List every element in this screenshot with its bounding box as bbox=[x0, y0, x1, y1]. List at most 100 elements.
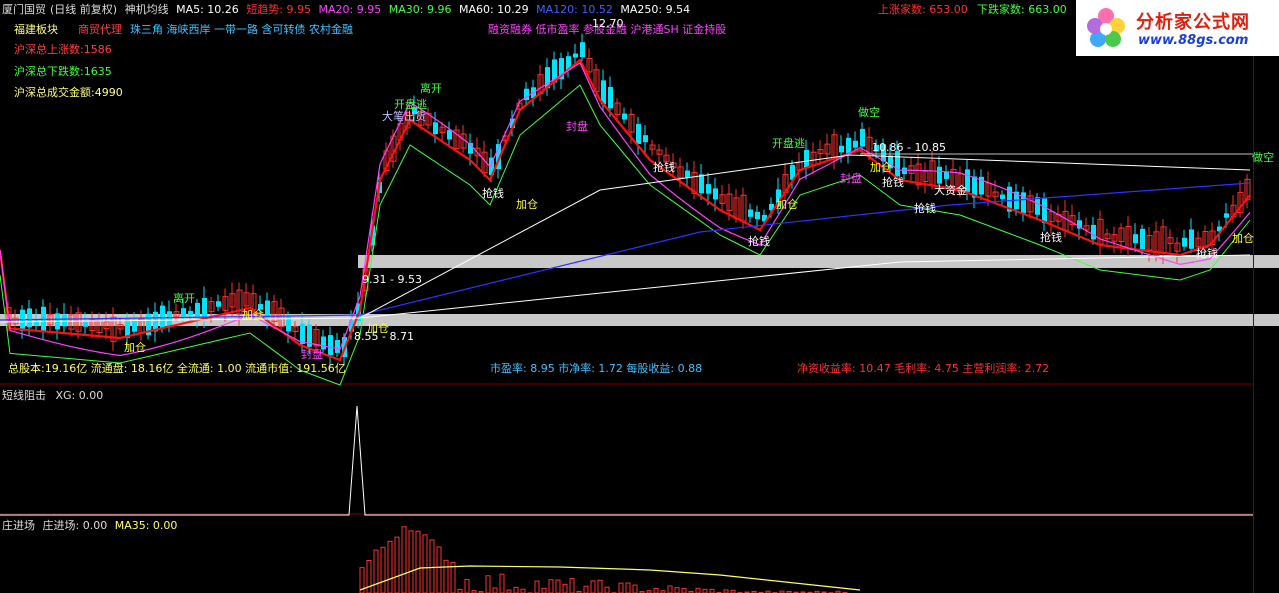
candle-body bbox=[1133, 234, 1138, 244]
signal-big-fund: 大资金 bbox=[934, 184, 967, 197]
band-label-3: 10.86 - 10.85 bbox=[872, 141, 946, 154]
volume-bar bbox=[709, 588, 715, 593]
candle-body bbox=[608, 86, 613, 109]
candle-body bbox=[83, 321, 88, 327]
volume-bar bbox=[520, 588, 526, 593]
candle-body bbox=[62, 314, 67, 327]
volume-bar bbox=[429, 539, 435, 593]
panel3-title: 庄进场 庄进场: 0.00 MA35: 0.00 bbox=[2, 517, 177, 533]
signal-grab-6: 抢钱 bbox=[882, 176, 904, 189]
volume-bar bbox=[541, 587, 547, 593]
sector-secondary: 商贸代理 bbox=[78, 23, 122, 36]
volume-bar bbox=[618, 582, 624, 593]
candle-body bbox=[622, 113, 627, 120]
volume-bar bbox=[366, 560, 372, 593]
candle-body bbox=[699, 174, 704, 194]
indicator-name[interactable]: 神机均线 bbox=[125, 3, 169, 16]
volume-bar bbox=[667, 585, 673, 593]
candle-body bbox=[580, 42, 585, 58]
volume-bar bbox=[548, 579, 554, 593]
xg-line bbox=[0, 405, 1253, 516]
ma250-value: MA250: 9.54 bbox=[620, 3, 691, 16]
candle-body bbox=[202, 297, 207, 319]
panel2-title: 短线阻击 XG: 0.00 bbox=[2, 387, 103, 403]
finance-profit: 净资收益率: 10.47 毛利率: 4.75 主营利润率: 2.72 bbox=[797, 362, 1050, 375]
candle-body bbox=[636, 124, 641, 144]
panel3-name: 庄进场 bbox=[2, 519, 35, 532]
logo-url: www.88gs.com bbox=[1138, 33, 1249, 48]
volume-bar bbox=[653, 587, 659, 593]
volume-bar bbox=[555, 579, 561, 593]
volume-bar bbox=[681, 588, 687, 593]
site-logo[interactable]: 分析家公式网 www.88gs.com bbox=[1076, 0, 1279, 56]
candle-body bbox=[573, 53, 578, 58]
market-down-total: 沪深总下跌数:1635 bbox=[14, 65, 112, 78]
ma120-value: MA120: 10.52 bbox=[536, 3, 613, 16]
signal-grab-1: 抢钱 bbox=[482, 187, 504, 200]
price-axis-divider bbox=[1253, 0, 1254, 593]
signal-leave-1: 离开 bbox=[420, 82, 442, 95]
volume-bar bbox=[485, 575, 491, 593]
volume-bar bbox=[492, 587, 498, 593]
signal-add-1: 加仓 bbox=[516, 198, 538, 211]
ma60-value: MA60: 10.29 bbox=[458, 3, 529, 16]
market-amount: 沪深总成交金额:4990 bbox=[14, 86, 123, 99]
logo-name: 分析家公式网 bbox=[1136, 12, 1250, 33]
market-up-total: 沪深总上涨数:1586 bbox=[14, 43, 112, 56]
short-trend-value: 短趋势: 9.95 bbox=[246, 3, 312, 16]
volume-bar bbox=[408, 530, 414, 593]
ma5-value: MA5: 10.26 bbox=[176, 3, 239, 16]
signal-seal-1: 封盘 bbox=[566, 120, 588, 133]
candle-body bbox=[713, 188, 718, 200]
candle-body bbox=[216, 301, 221, 307]
candle-body bbox=[839, 145, 844, 153]
volume-bar bbox=[597, 579, 603, 593]
flower-logo-icon bbox=[1087, 8, 1125, 47]
volume-bar bbox=[464, 579, 470, 593]
volume-bar bbox=[702, 588, 708, 593]
volume-bar bbox=[457, 588, 463, 593]
candle-body bbox=[195, 302, 200, 318]
panel3-ma: MA35: 0.00 bbox=[114, 519, 178, 532]
chart-mode: (日线 前复权) bbox=[50, 3, 118, 16]
signal-add-2: 加仓 bbox=[776, 198, 798, 211]
signal-seal-3: 封盘 bbox=[301, 348, 323, 361]
candle-body bbox=[286, 315, 291, 332]
candle-body bbox=[706, 184, 711, 194]
volume-bar bbox=[632, 584, 638, 593]
candle-body bbox=[1042, 197, 1047, 224]
volume-bar bbox=[569, 578, 575, 593]
candle-body bbox=[167, 311, 172, 328]
signal-add-3: 加仓 bbox=[870, 161, 892, 174]
signal-seal-2: 封盘 bbox=[840, 172, 862, 185]
candle-body bbox=[132, 319, 137, 332]
signal-grab-7: 抢钱 bbox=[653, 161, 675, 174]
indicator-header: 厦门国贸 (日线 前复权) 神机均线 MA5: 10.26 短趋势: 9.95 M… bbox=[2, 1, 694, 17]
candle-body bbox=[748, 209, 753, 217]
signal-grab-2: 抢钱 bbox=[748, 235, 770, 248]
volume-bar bbox=[534, 580, 540, 593]
panel2-xg: XG: 0.00 bbox=[55, 389, 104, 402]
sector-tags: 珠三角 海峡西岸 一带一路 含可转债 农村金融 bbox=[130, 23, 353, 36]
candle-body bbox=[27, 308, 32, 328]
volume-bar bbox=[422, 534, 428, 593]
candle-body bbox=[265, 300, 270, 322]
volume-bar bbox=[394, 536, 400, 593]
candle-body bbox=[300, 323, 305, 344]
candle-body bbox=[1140, 228, 1145, 250]
panel2-name: 短线阻击 bbox=[2, 389, 46, 402]
candle-body bbox=[160, 305, 165, 328]
signal-big-sell: 大笔出货 bbox=[382, 110, 426, 123]
signal-short-1: 做空 bbox=[858, 106, 880, 119]
candle-body bbox=[447, 130, 452, 140]
candle-body bbox=[895, 151, 900, 177]
volume-bar bbox=[513, 586, 519, 593]
band-label-1: 9.31 - 9.53 bbox=[362, 273, 422, 286]
volume-bar bbox=[436, 546, 442, 593]
candle-body bbox=[1035, 197, 1040, 215]
volume-bar bbox=[499, 573, 505, 593]
sector-primary: 福建板块 bbox=[14, 23, 58, 36]
peak-price-label: 12.70 bbox=[592, 17, 624, 30]
volume-bar bbox=[562, 583, 568, 593]
down-count: 下跌家数: 663.00 bbox=[977, 3, 1067, 16]
